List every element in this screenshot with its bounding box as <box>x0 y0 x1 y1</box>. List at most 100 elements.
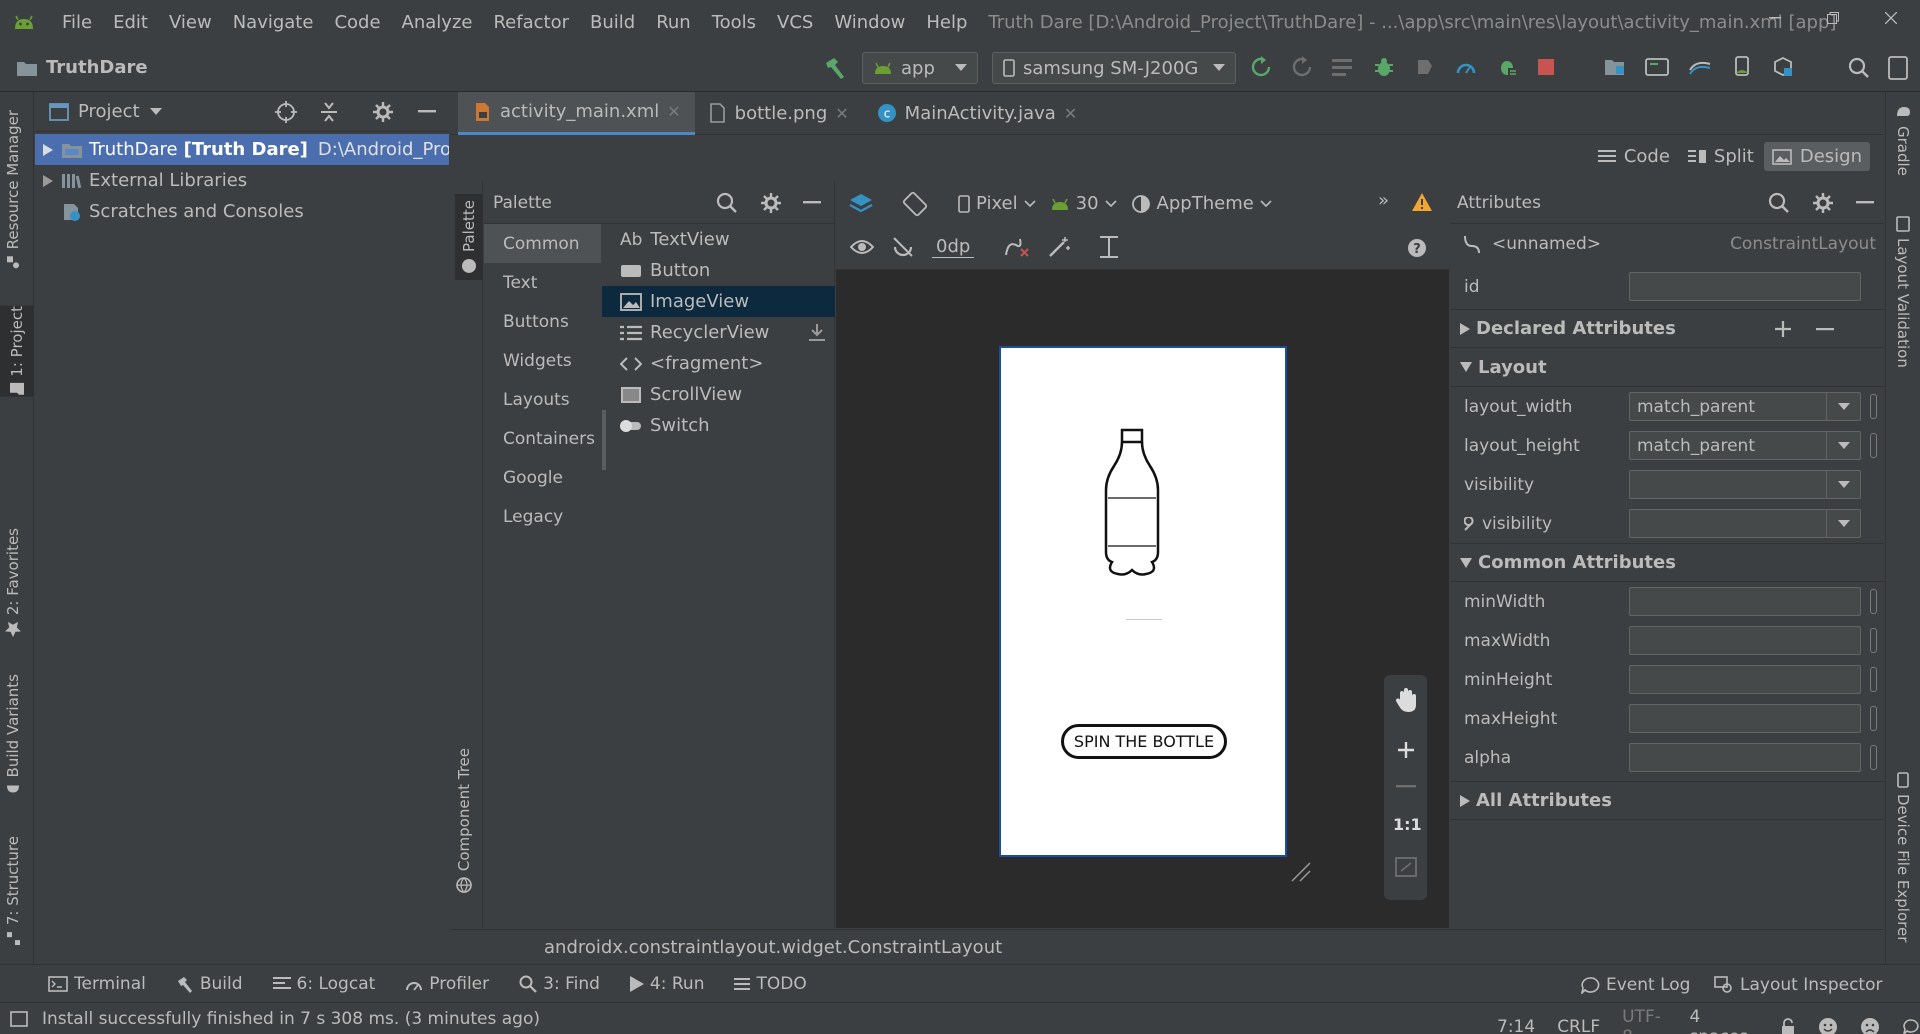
profile-icon[interactable] <box>1455 56 1477 78</box>
align-icon[interactable] <box>1098 235 1120 259</box>
palette-category-common[interactable]: Common <box>484 224 601 263</box>
more-chevron[interactable]: » <box>1378 190 1389 211</box>
logcat-tab[interactable]: 6: Logcat <box>272 974 375 994</box>
max-height-input[interactable] <box>1629 704 1861 733</box>
attach-debugger-icon[interactable] <box>1414 56 1436 78</box>
todo-tab[interactable]: TODO <box>734 974 807 994</box>
menu-run[interactable]: Run <box>656 12 691 33</box>
event-log-tab[interactable]: Event Log <box>1580 975 1690 995</box>
pin-icon[interactable] <box>1870 589 1877 614</box>
run-config-select[interactable]: app <box>862 52 978 84</box>
apply-code-changes-icon[interactable] <box>1291 56 1313 78</box>
palette-item-button[interactable]: Button <box>602 255 835 286</box>
theme-picker[interactable]: AppTheme <box>1131 193 1272 214</box>
structure-tab[interactable]: 7: Structure <box>4 836 22 946</box>
coverage-icon[interactable] <box>1332 57 1354 77</box>
menu-view[interactable]: View <box>169 12 212 33</box>
find-tab[interactable]: 3: Find <box>519 974 600 994</box>
palette-category-layouts[interactable]: Layouts <box>484 380 601 419</box>
expand-arrow-icon[interactable] <box>1460 794 1470 807</box>
chevron-down-icon[interactable] <box>149 107 162 116</box>
expand-arrow-icon[interactable] <box>1460 322 1470 335</box>
status-message[interactable]: Install successfully finished in 7 s 308… <box>42 1009 540 1029</box>
search-icon[interactable] <box>1768 192 1790 214</box>
min-width-input[interactable] <box>1629 587 1861 616</box>
breadcrumb-component[interactable]: androidx.constraintlayout.widget.Constra… <box>544 937 1002 958</box>
gear-icon[interactable] <box>760 192 782 214</box>
happy-face-icon[interactable] <box>1818 1017 1838 1034</box>
tab-activity-main[interactable]: activity_main.xml ✕ <box>458 91 695 135</box>
palette-category-widgets[interactable]: Widgets <box>484 341 601 380</box>
layout-inspector-tab[interactable]: Layout Inspector <box>1714 975 1883 995</box>
device-preview[interactable]: SPIN THE BOTTLE <box>999 346 1287 857</box>
menu-build[interactable]: Build <box>590 12 635 33</box>
expand-arrow-icon[interactable] <box>43 143 53 156</box>
palette-item-fragment[interactable]: <fragment> <box>602 348 835 379</box>
resize-handle-icon[interactable] <box>1290 861 1312 883</box>
max-width-input[interactable] <box>1629 626 1861 655</box>
component-tree-tab[interactable]: Component Tree <box>455 748 473 893</box>
close-tab-icon[interactable]: ✕ <box>1064 104 1077 123</box>
collapse-all-icon[interactable] <box>319 101 339 123</box>
split-mode-button[interactable]: Split <box>1680 142 1762 171</box>
hide-panel-icon[interactable] <box>418 109 436 114</box>
tree-item-external-libraries[interactable]: External Libraries <box>35 165 449 196</box>
indent-setting[interactable]: 4 spaces <box>1689 1007 1764 1034</box>
project-view-select[interactable]: Project <box>78 101 140 122</box>
visibility-select[interactable] <box>1629 470 1861 499</box>
tools-visibility-select[interactable] <box>1629 509 1861 538</box>
spin-button[interactable]: SPIN THE BOTTLE <box>1061 724 1227 759</box>
code-mode-button[interactable]: Code <box>1590 142 1678 171</box>
warning-icon[interactable] <box>1411 192 1433 212</box>
device-file-explorer-tab[interactable]: Device File Explorer <box>1894 772 1912 942</box>
menu-vcs[interactable]: VCS <box>777 12 813 33</box>
build-variants-tab[interactable]: Build Variants <box>4 674 22 797</box>
pin-icon[interactable] <box>1870 628 1877 653</box>
palette-item-recyclerview[interactable]: RecyclerView <box>602 317 835 348</box>
autoconnect-off-icon[interactable] <box>892 236 914 258</box>
id-input[interactable] <box>1629 272 1861 301</box>
project-structure-icon[interactable] <box>1604 56 1626 78</box>
expand-arrow-icon[interactable] <box>43 174 53 187</box>
eye-icon[interactable] <box>850 238 874 256</box>
menu-window[interactable]: Window <box>834 12 905 33</box>
gradle-tab[interactable]: Gradle <box>1894 104 1912 176</box>
declared-attributes-header[interactable]: Declared Attributes <box>1450 309 1884 348</box>
locate-icon[interactable] <box>275 100 297 123</box>
collapse-arrow-icon[interactable] <box>1460 557 1472 568</box>
terminal-tab[interactable]: Terminal <box>48 974 146 994</box>
project-name-breadcrumb[interactable]: TruthDare <box>46 57 148 78</box>
caret-position[interactable]: 7:14 <box>1497 1017 1535 1034</box>
lock-icon[interactable] <box>1780 1018 1796 1034</box>
palette-item-switch[interactable]: Switch <box>602 410 835 441</box>
layout-height-select[interactable]: match_parent <box>1629 431 1861 460</box>
hide-panel-icon[interactable] <box>1856 201 1874 205</box>
menu-code[interactable]: Code <box>334 12 380 33</box>
close-tab-icon[interactable]: ✕ <box>667 102 680 121</box>
event-log-icon[interactable] <box>1902 1018 1920 1034</box>
remove-attribute-icon[interactable] <box>1816 328 1834 332</box>
infer-constraints-icon[interactable] <box>1048 236 1071 258</box>
minimize-icon[interactable] <box>1746 0 1804 36</box>
layout-width-select[interactable]: match_parent <box>1629 392 1861 421</box>
apply-changes-restart-icon[interactable] <box>1250 56 1272 78</box>
search-icon[interactable] <box>1848 57 1870 79</box>
clear-constraints-icon[interactable] <box>1004 235 1030 259</box>
build-tab[interactable]: Build <box>176 974 243 994</box>
layout-validation-tab[interactable]: Layout Validation <box>1894 216 1912 368</box>
tab-bottle-png[interactable]: bottle.png ✕ <box>695 92 863 135</box>
favorites-tab[interactable]: 2: Favorites <box>4 528 22 638</box>
gear-icon[interactable] <box>1812 192 1834 214</box>
sync-gradle-icon[interactable] <box>1645 56 1669 78</box>
sdk-manager-icon[interactable] <box>1688 56 1712 78</box>
zoom-out-icon[interactable] <box>1396 785 1416 789</box>
profiler-tab[interactable]: Profiler <box>405 974 489 994</box>
pin-icon[interactable] <box>1870 433 1877 458</box>
debug-icon[interactable] <box>1373 56 1395 78</box>
design-mode-button[interactable]: Design <box>1763 142 1870 171</box>
gear-icon[interactable] <box>372 101 394 123</box>
palette-category-legacy[interactable]: Legacy <box>484 497 601 536</box>
menu-help[interactable]: Help <box>926 12 967 33</box>
palette-category-buttons[interactable]: Buttons <box>484 302 601 341</box>
file-encoding[interactable]: UTF-8 <box>1622 1007 1671 1034</box>
